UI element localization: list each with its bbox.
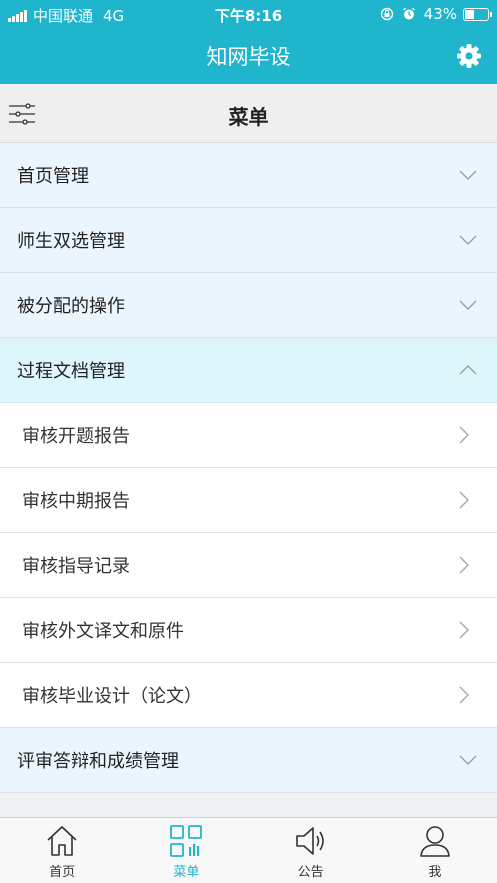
- chevron-down-icon: [459, 300, 477, 310]
- speaker-icon: [295, 827, 324, 855]
- section-mutual-selection[interactable]: 师生双选管理: [0, 208, 497, 273]
- section-label: 过程文档管理: [17, 361, 125, 382]
- menu-item-review-proposal[interactable]: 审核开题报告: [0, 403, 497, 468]
- status-bar: 中国联通 4G 下午8:16 43%: [0, 0, 497, 28]
- chevron-down-icon: [459, 235, 477, 245]
- tab-bar: 首页 菜单 公告 我: [0, 817, 497, 883]
- alarm-icon: [402, 7, 415, 20]
- chevron-right-icon: [459, 686, 469, 704]
- chevron-right-icon: [459, 491, 469, 509]
- menu-item-label: 审核开题报告: [22, 426, 130, 447]
- tab-label: 首页: [49, 865, 76, 880]
- home-icon: [47, 826, 77, 856]
- battery-fill: [465, 9, 475, 19]
- chevron-down-icon: [459, 170, 477, 180]
- tab-label: 菜单: [173, 865, 200, 880]
- chevron-right-icon: [459, 426, 469, 444]
- section-label: 师生双选管理: [17, 231, 125, 252]
- rotation-lock-icon: [380, 7, 393, 21]
- app-header: 知网毕设: [0, 28, 497, 84]
- section-home-management[interactable]: 首页管理: [0, 143, 497, 208]
- user-icon: [420, 826, 450, 857]
- menu-item-review-thesis[interactable]: 审核毕业设计（论文）: [0, 663, 497, 728]
- section-process-documents[interactable]: 过程文档管理: [0, 338, 497, 403]
- menu-header: 菜单: [0, 84, 497, 143]
- section-label: 被分配的操作: [17, 296, 125, 317]
- chevron-right-icon: [459, 621, 469, 639]
- chevron-down-icon: [459, 755, 477, 765]
- menu-item-review-guidance[interactable]: 审核指导记录: [0, 533, 497, 598]
- menu-list: 首页管理 师生双选管理 被分配的操作 过程文档管理 审核开题报告 审核中期报告 …: [0, 143, 497, 793]
- section-defense-grades[interactable]: 评审答辩和成绩管理: [0, 728, 497, 793]
- menu-item-review-midterm[interactable]: 审核中期报告: [0, 468, 497, 533]
- menu-grid-icon: [170, 825, 203, 857]
- section-label: 首页管理: [17, 166, 89, 187]
- menu-item-label: 审核外文译文和原件: [22, 621, 184, 642]
- menu-item-label: 审核指导记录: [22, 556, 130, 577]
- battery-icon: [463, 7, 492, 21]
- section-assigned-operations[interactable]: 被分配的操作: [0, 273, 497, 338]
- menu-item-label: 审核中期报告: [22, 491, 130, 512]
- tab-announcements[interactable]: 公告: [249, 818, 373, 883]
- section-label: 评审答辩和成绩管理: [17, 751, 179, 772]
- chevron-right-icon: [459, 556, 469, 574]
- tab-home[interactable]: 首页: [0, 818, 124, 883]
- tab-menu[interactable]: 菜单: [124, 818, 248, 883]
- chevron-up-icon: [459, 365, 477, 375]
- app-title: 知网毕设: [206, 45, 291, 69]
- menu-item-label: 审核毕业设计（论文）: [22, 686, 202, 707]
- battery-percent: 43%: [423, 5, 457, 23]
- status-right: 43%: [372, 5, 492, 23]
- tab-me[interactable]: 我: [373, 818, 497, 883]
- menu-title: 菜单: [228, 105, 269, 129]
- menu-item-review-translation[interactable]: 审核外文译文和原件: [0, 598, 497, 663]
- gear-icon[interactable]: [456, 43, 482, 69]
- tab-label: 公告: [297, 865, 324, 880]
- tab-label: 我: [428, 865, 442, 880]
